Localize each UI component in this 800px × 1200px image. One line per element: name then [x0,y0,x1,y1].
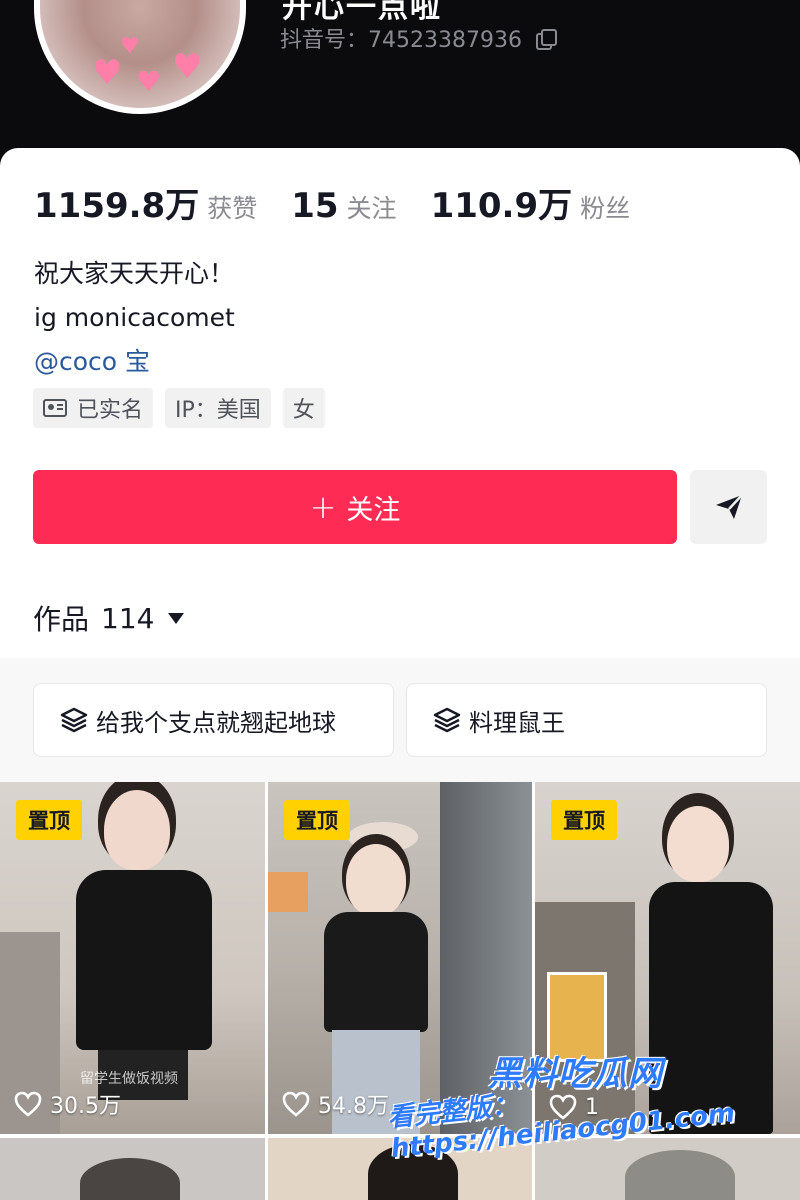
tag-gender: 女 [282,388,325,428]
heart-icon: ♥ [120,34,140,59]
works-tab[interactable]: 作品 114 [33,598,185,638]
heart-icon: ♥ [136,65,162,98]
profile-card: 1159.8万 获赞 15 关注 110.9万 粉丝 祝大家天天开心！ ig m… [0,148,800,658]
heart-outline-icon [14,1091,42,1117]
bio: 祝大家天天开心！ ig monicacomet @coco 宝 [34,252,235,384]
video-likes: 30.5万 [14,1088,121,1120]
follow-label: 关注 [346,494,401,526]
video-tile[interactable] [0,1138,265,1200]
video-tile[interactable]: 置顶 留学生做饭视频 30.5万 [0,782,265,1134]
douyin-id-row[interactable]: 抖音号：74523387936 [280,22,557,54]
douyin-id: 抖音号：74523387936 [280,28,522,53]
heart-icon: ♥ [172,47,203,87]
tag-verified: 已实名 [33,388,154,428]
layers-icon [60,707,88,733]
video-thumbnail [625,1150,735,1200]
video-likes: 54.8万 [282,1088,389,1120]
avatar-image: ♥ ♥ ♥ ♥ [40,0,240,108]
profile-tags: 已实名 IP：美国 女 [33,388,325,428]
collections-band: 给我个支点就翘起地球 料理鼠王 [0,658,800,782]
stats-row: 1159.8万 获赞 15 关注 110.9万 粉丝 [34,178,664,227]
stat-label: 关注 [346,194,397,223]
follow-button[interactable]: + 关注 [33,470,677,544]
profile-header: ♥ ♥ ♥ ♥ 开心一点啦 抖音号：74523387936 [0,0,800,170]
collection-label: 给我个支点就翘起地球 [96,708,336,737]
stat-label: 获赞 [207,194,258,223]
collection-item[interactable]: 给我个支点就翘起地球 [33,683,394,757]
works-label: 作品 [33,603,90,636]
video-thumbnail [80,1158,180,1200]
stat-followers[interactable]: 110.9万 粉丝 [431,178,631,227]
collection-item[interactable]: 料理鼠王 [406,683,767,757]
pinned-badge: 置顶 [16,800,82,840]
layers-icon [433,707,461,733]
tag-ip: IP：美国 [165,388,271,428]
plus-icon: + [309,488,337,526]
avatar[interactable]: ♥ ♥ ♥ ♥ [34,0,246,114]
works-count: 114 [101,601,155,635]
message-button[interactable] [690,470,767,544]
tag-label: 已实名 [77,398,144,423]
stat-number: 110.9万 [430,186,573,226]
stat-label: 粉丝 [580,194,631,223]
send-icon [715,494,743,519]
caret-down-icon [168,612,185,624]
video-caption: 留学生做饭视频 [80,1071,178,1087]
collection-label: 料理鼠王 [469,708,565,737]
bio-line: 祝大家天天开心！ [34,259,235,288]
likes-count: 54.8万 [318,1094,389,1119]
copy-icon[interactable] [535,29,557,50]
stat-number: 15 [291,186,339,226]
stat-following[interactable]: 15 关注 [291,186,396,226]
heart-icon: ♥ [92,53,123,93]
pinned-badge: 置顶 [284,800,350,840]
video-tile[interactable] [535,1138,800,1200]
stat-number: 1159.8万 [34,186,200,226]
tag-label: 女 [292,398,315,423]
pinned-badge: 置顶 [551,800,617,840]
tag-label: IP：美国 [175,398,261,423]
likes-count: 30.5万 [50,1094,121,1119]
id-card-icon [43,399,67,417]
stat-likes[interactable]: 1159.8万 获赞 [34,178,257,227]
mention-link[interactable]: @coco 宝 [34,340,235,384]
bio-line: ig monicacomet [34,303,235,332]
heart-outline-icon [282,1091,310,1117]
